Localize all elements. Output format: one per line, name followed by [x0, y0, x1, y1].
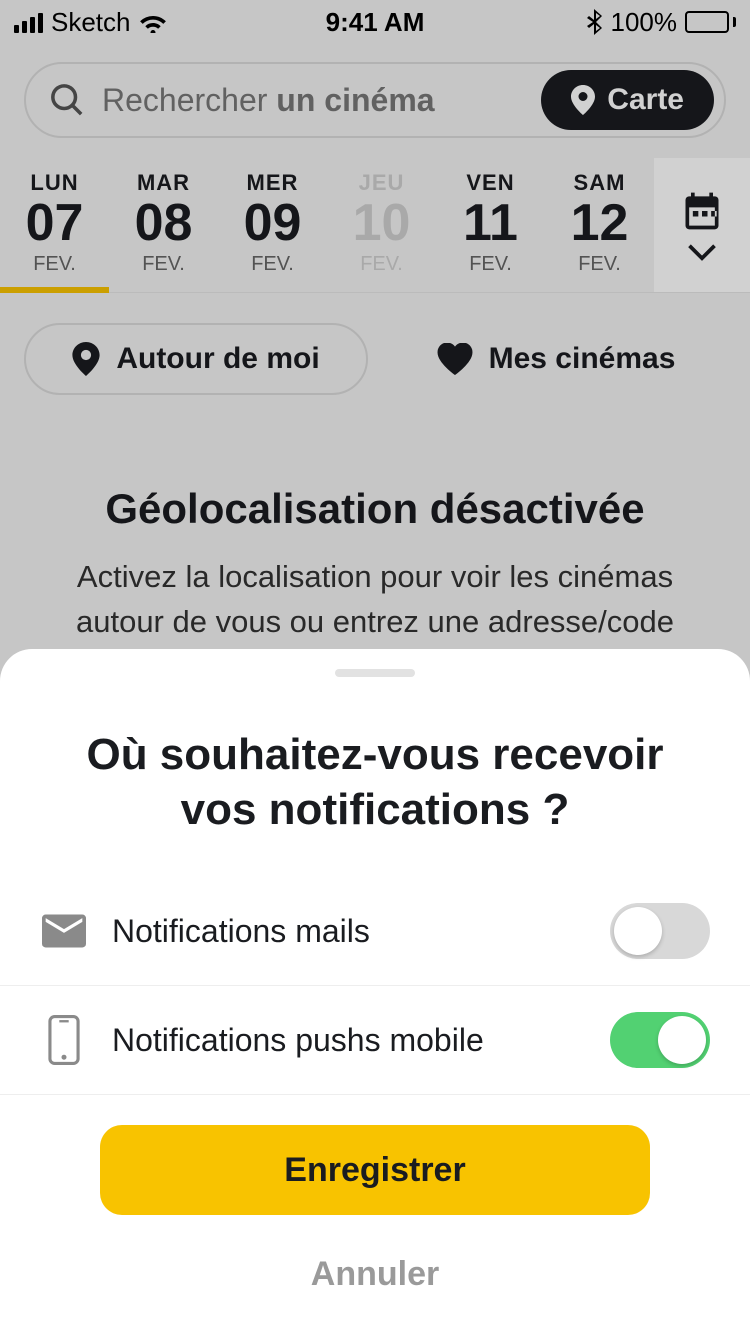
- sheet-grabber[interactable]: [335, 669, 415, 677]
- toggle-mail[interactable]: [610, 903, 710, 959]
- cancel-button[interactable]: Annuler: [100, 1215, 650, 1334]
- phone-icon: [40, 1015, 88, 1065]
- option-push-label: Notifications pushs mobile: [112, 1022, 586, 1059]
- option-push: Notifications pushs mobile: [0, 986, 750, 1095]
- notification-sheet: Où souhaitez-vous recevoir vos notificat…: [0, 649, 750, 1334]
- option-mail: Notifications mails: [0, 877, 750, 986]
- toggle-push[interactable]: [610, 1012, 710, 1068]
- save-button[interactable]: Enregistrer: [100, 1125, 650, 1215]
- mail-icon: [40, 914, 88, 948]
- option-mail-label: Notifications mails: [112, 913, 586, 950]
- save-button-label: Enregistrer: [284, 1151, 465, 1190]
- cancel-button-label: Annuler: [311, 1255, 439, 1293]
- sheet-title: Où souhaitez-vous recevoir vos notificat…: [0, 677, 750, 877]
